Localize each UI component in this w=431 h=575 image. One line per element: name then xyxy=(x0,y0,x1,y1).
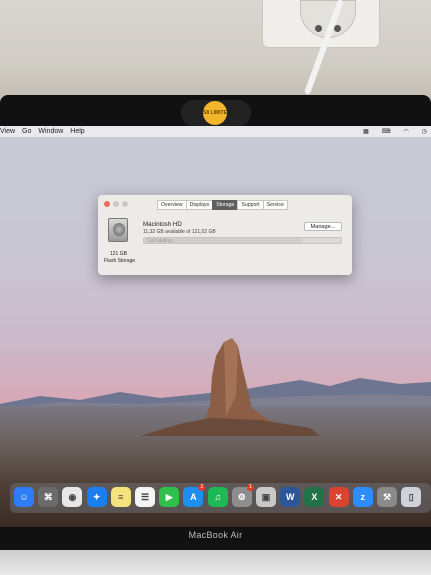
disk-size: 121 GB xyxy=(110,251,127,257)
keyboard-icon[interactable]: ▦ xyxy=(363,128,369,135)
remote-desktop-icon[interactable]: ✕ xyxy=(328,487,349,507)
menu-view[interactable]: View xyxy=(0,128,15,135)
word-icon[interactable]: W xyxy=(280,487,301,507)
laptop-base xyxy=(0,550,431,575)
manage-button[interactable]: Manage... xyxy=(304,222,342,231)
disk-available: 11,32 GB available of 121,02 GB xyxy=(143,229,216,235)
preview-icon[interactable]: ▣ xyxy=(256,487,276,507)
wifi-icon[interactable]: ◠ xyxy=(404,128,409,135)
laptop-brand-label: MacBook Air xyxy=(188,530,243,540)
excel-icon[interactable]: X xyxy=(304,487,325,507)
desktop-screen: View Go Window Help ▦ ⌨ ◠ ◷ Overview Dis… xyxy=(0,126,431,527)
reminders-icon[interactable]: ☰ xyxy=(135,487,155,507)
menu-help[interactable]: Help xyxy=(70,128,84,135)
tab-storage[interactable]: Storage xyxy=(212,200,239,210)
facetime-icon[interactable]: ▶ xyxy=(159,487,180,507)
storage-bar: Calculating... xyxy=(143,237,342,244)
socket-pin xyxy=(334,25,341,32)
finder-icon[interactable]: ☺ xyxy=(14,487,34,507)
trash-icon[interactable]: ▯ xyxy=(401,487,422,507)
tab-service[interactable]: Service xyxy=(262,200,288,210)
spotify-icon[interactable]: ♫ xyxy=(207,487,228,507)
zoom-button[interactable] xyxy=(122,201,128,207)
rock-pinnacle xyxy=(140,338,320,436)
menu-go[interactable]: Go xyxy=(22,128,31,135)
webcam-sticker: S8 LIMITE xyxy=(203,101,227,125)
notes-icon[interactable]: ≡ xyxy=(110,487,131,507)
utilities-icon[interactable]: ⚒ xyxy=(377,487,397,507)
about-this-mac-window: Overview Displays Storage Support Servic… xyxy=(98,195,352,275)
chrome-icon[interactable]: ◉ xyxy=(62,487,83,507)
tab-displays[interactable]: Displays xyxy=(185,200,214,210)
launchpad-icon[interactable]: ⌘ xyxy=(38,487,59,507)
input-source-icon[interactable]: ⌨ xyxy=(382,128,391,135)
tab-support[interactable]: Support xyxy=(237,200,264,210)
storage-bar-label: Calculating... xyxy=(147,238,176,244)
disk-name: Macintosh HD xyxy=(143,221,182,228)
hard-disk-icon xyxy=(108,218,128,242)
notification-badge: 2 xyxy=(198,484,206,491)
notification-badge: 1 xyxy=(246,484,254,491)
dock: ☺ ⌘ ◉ ✦ ≡ ☰ ▶ A 2 ♫ ⚙ 1 ▣ W X ✕ z ⚒ ▯ xyxy=(10,483,431,513)
time-machine-icon[interactable]: ◷ xyxy=(422,128,427,135)
safari-icon[interactable]: ✦ xyxy=(86,487,107,507)
zoom-icon[interactable]: z xyxy=(352,487,373,507)
minimize-button[interactable] xyxy=(113,201,119,207)
menu-bar: View Go Window Help ▦ ⌨ ◠ ◷ xyxy=(0,126,431,137)
disk-type: Flash Storage xyxy=(104,258,136,264)
close-button[interactable] xyxy=(104,201,110,207)
tab-overview[interactable]: Overview xyxy=(157,200,187,210)
tab-bar: Overview Displays Storage Support Servic… xyxy=(157,200,288,210)
menu-window[interactable]: Window xyxy=(38,128,63,135)
socket-pin xyxy=(315,25,322,32)
